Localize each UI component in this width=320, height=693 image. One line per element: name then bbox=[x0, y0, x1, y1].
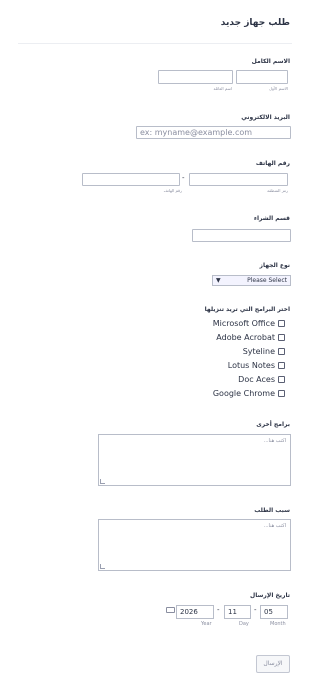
software-option-label: Lotus Notes bbox=[227, 361, 275, 370]
phone-separator: - bbox=[182, 174, 185, 182]
phone-number-input[interactable] bbox=[82, 173, 180, 186]
day-input[interactable]: 11 bbox=[224, 605, 251, 619]
other-programs-label: برامج أخرى bbox=[256, 421, 290, 428]
other-programs-textarea[interactable]: اكتب هنا... bbox=[98, 434, 291, 486]
checkbox[interactable] bbox=[278, 390, 285, 397]
device-type-selected: Please Select bbox=[247, 277, 287, 284]
checkbox[interactable] bbox=[278, 334, 285, 341]
checkbox[interactable] bbox=[278, 348, 285, 355]
software-option-microsoft-office[interactable]: Microsoft Office bbox=[213, 319, 285, 328]
software-option-label: Google Chrome bbox=[212, 389, 275, 398]
software-option-label: Adobe Acrobat bbox=[216, 333, 275, 342]
checkbox[interactable] bbox=[278, 362, 285, 369]
software-option-lotus-notes[interactable]: Lotus Notes bbox=[228, 361, 285, 370]
month-sublabel: Month bbox=[270, 621, 286, 627]
software-option-doc-aces[interactable]: Doc Aces bbox=[238, 375, 285, 384]
software-option-google-chrome[interactable]: Google Chrome bbox=[213, 389, 285, 398]
checkbox[interactable] bbox=[278, 320, 285, 327]
email-input[interactable]: ex: myname@example.com bbox=[136, 126, 291, 139]
software-label: اختر البرامج التي تريد تنزيلها bbox=[204, 306, 290, 313]
header-divider bbox=[18, 43, 292, 44]
year-sublabel: Year bbox=[201, 621, 212, 627]
calendar-icon[interactable] bbox=[166, 607, 175, 613]
resize-handle-icon[interactable] bbox=[100, 479, 105, 484]
send-date-label: تاريخ الإرسال bbox=[250, 592, 290, 599]
reason-placeholder: اكتب هنا... bbox=[263, 523, 286, 529]
device-type-select[interactable]: Please Select ▼ bbox=[212, 275, 291, 286]
first-name-sublabel: الاسم الأول bbox=[269, 86, 288, 91]
phone-area-sublabel: رمز المنطقة bbox=[267, 188, 288, 193]
phone-area-input[interactable] bbox=[189, 173, 288, 186]
chevron-down-icon: ▼ bbox=[216, 277, 221, 284]
reason-textarea[interactable]: اكتب هنا... bbox=[98, 519, 291, 571]
resize-handle-icon[interactable] bbox=[100, 564, 105, 569]
reason-label: سبب الطلب bbox=[254, 507, 290, 514]
software-option-label: Syteline bbox=[242, 347, 275, 356]
submit-button[interactable]: الإرسال bbox=[256, 655, 290, 673]
form-title: طلب جهاز جديد bbox=[220, 18, 290, 28]
day-sublabel: Day bbox=[239, 621, 249, 627]
month-input[interactable]: 05 bbox=[260, 605, 288, 619]
software-option-syteline[interactable]: Syteline bbox=[243, 347, 285, 356]
year-input[interactable]: 2026 bbox=[176, 605, 214, 619]
last-name-sublabel: اسم العائلة bbox=[213, 86, 232, 91]
phone-number-sublabel: رقم الهاتف bbox=[163, 188, 182, 193]
checkbox[interactable] bbox=[278, 376, 285, 383]
department-input[interactable] bbox=[192, 229, 291, 242]
department-label: قسم الشراء bbox=[253, 215, 290, 222]
last-name-input[interactable] bbox=[158, 70, 233, 84]
first-name-input[interactable] bbox=[236, 70, 288, 84]
software-option-label: Microsoft Office bbox=[212, 319, 275, 328]
date-separator: - bbox=[217, 606, 220, 614]
software-option-label: Doc Aces bbox=[238, 375, 275, 384]
phone-label: رقم الهاتف bbox=[255, 160, 290, 167]
other-programs-placeholder: اكتب هنا... bbox=[263, 438, 286, 444]
email-label: البريد الالكتروني bbox=[241, 114, 290, 121]
full-name-label: الاسم الكامل bbox=[251, 58, 290, 65]
date-separator: - bbox=[254, 606, 257, 614]
device-type-label: نوع الجهاز bbox=[259, 262, 290, 269]
software-option-adobe-acrobat[interactable]: Adobe Acrobat bbox=[216, 333, 285, 342]
